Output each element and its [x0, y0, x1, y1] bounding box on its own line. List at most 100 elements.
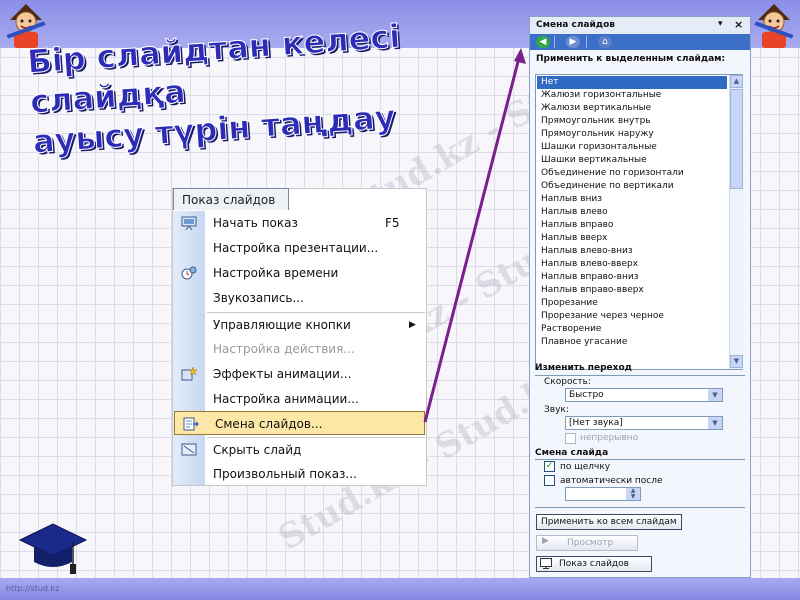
scroll-down-icon[interactable]: ▼ [730, 355, 743, 368]
section-divider [535, 507, 745, 508]
effect-item[interactable]: Плавное угасание [537, 336, 727, 349]
effect-item[interactable]: Прямоугольник внутрь [537, 115, 727, 128]
play-icon: ▶ [542, 536, 549, 546]
menu-item-label: Звукозапись... [213, 291, 304, 305]
chevron-down-icon[interactable]: ▼ [708, 417, 722, 429]
effect-item[interactable]: Жалюзи горизонтальные [537, 89, 727, 102]
effect-item[interactable]: Прорезание [537, 297, 727, 310]
auto-advance-label: автоматически после [560, 476, 663, 486]
scroll-thumb[interactable] [730, 89, 743, 189]
spinner-arrows-icon[interactable]: ▲ ▼ [626, 488, 640, 500]
menu-item-label: Скрыть слайд [213, 443, 302, 457]
nav-separator [586, 36, 587, 48]
slideshow-screen-icon [540, 558, 552, 569]
timing-icon [181, 266, 197, 280]
scroll-up-icon[interactable]: ▲ [730, 75, 743, 88]
menu-item-label: Эффекты анимации... [213, 367, 352, 381]
menu-item-animation-schemes[interactable]: Эффекты анимации... [173, 362, 426, 386]
sound-select[interactable]: [Нет звука] ▼ [565, 416, 723, 430]
slide-show-label: Показ слайдов [559, 559, 629, 569]
menu-header[interactable]: Показ слайдов [173, 188, 289, 210]
bottom-band [0, 578, 800, 600]
effect-item[interactable]: Наплыв влево-вверх [537, 258, 727, 271]
star-effects-icon [181, 366, 197, 381]
nav-separator [554, 36, 555, 48]
apply-to-selected-label: Применить к выделенным слайдам: [536, 54, 726, 64]
effect-item[interactable]: Растворение [537, 323, 727, 336]
effect-item[interactable]: Прямоугольник наружу [537, 128, 727, 141]
effect-item[interactable]: Наплыв влево [537, 206, 727, 219]
on-click-label: по щелчку [560, 462, 611, 472]
hide-slide-icon [181, 443, 197, 456]
menu-item-record-narration[interactable]: Звукозапись... [173, 286, 426, 310]
menu-item-action-settings: Настройка действия... [173, 337, 426, 361]
menu-item-custom-shows[interactable]: Произвольный показ... [173, 462, 426, 486]
slide-transition-task-pane: Смена слайдов ▾ × ◀ ▶ ⌂ Применить к выде… [529, 16, 751, 578]
effect-item[interactable]: Наплыв вниз [537, 193, 727, 206]
sound-value: [Нет звука] [569, 418, 623, 428]
menu-item-hide-slide[interactable]: Скрыть слайд [173, 438, 426, 462]
home-icon[interactable]: ⌂ [598, 36, 612, 48]
pane-nav-bar: ◀ ▶ ⌂ [530, 34, 750, 50]
menu-item-label: Настройка времени [213, 266, 339, 280]
menu-item-label: Начать показ [213, 216, 298, 230]
close-icon[interactable]: × [734, 18, 743, 31]
loop-label: непрерывно [580, 433, 639, 443]
menu-item-slide-transition[interactable]: Смена слайдов... [174, 411, 425, 435]
projector-icon [181, 216, 197, 231]
menu-item-label: Настройка презентации... [213, 241, 379, 255]
menu-item-setup-show[interactable]: Настройка презентации... [173, 236, 426, 260]
speed-select[interactable]: Быстро ▼ [565, 388, 723, 402]
effect-item[interactable]: Шашки горизонтальные [537, 141, 727, 154]
preview-label: Просмотр [567, 538, 614, 548]
menu-item-action-buttons[interactable]: Управляющие кнопки ▶ [173, 313, 426, 337]
auto-advance-checkbox[interactable] [544, 475, 555, 486]
menu-item-label: Управляющие кнопки [213, 318, 351, 332]
menu-item-custom-animation[interactable]: Настройка анимации... [173, 387, 426, 411]
pane-title-bar: Смена слайдов ▾ × [530, 17, 750, 34]
on-click-checkbox[interactable]: ✓ [544, 461, 555, 472]
apply-to-all-button[interactable]: Применить ко всем слайдам [536, 514, 682, 530]
menu-item-rehearse-timings[interactable]: Настройка времени [173, 261, 426, 285]
modify-transition-heading: Изменить переход [535, 363, 632, 373]
menu-item-label: Произвольный показ... [213, 467, 357, 481]
preview-button: Просмотр [536, 535, 638, 551]
effect-item[interactable]: Наплыв влево-вниз [537, 245, 727, 258]
back-icon[interactable]: ◀ [536, 36, 550, 48]
speed-value: Быстро [569, 390, 604, 400]
forward-icon[interactable]: ▶ [566, 36, 580, 48]
schoolboy-mascot-right-icon [754, 4, 794, 48]
effect-item[interactable]: Наплыв вверх [537, 232, 727, 245]
effect-item[interactable]: Прорезание через черное [537, 310, 727, 323]
loop-checkbox [565, 433, 576, 444]
pane-menu-icon[interactable]: ▾ [718, 19, 723, 29]
auto-advance-time-input[interactable]: ▲ ▼ [565, 487, 641, 501]
menu-item-label: Смена слайдов... [215, 417, 323, 431]
effect-item[interactable]: Объединение по вертикали [537, 180, 727, 193]
effect-item[interactable]: Наплыв вправо-вниз [537, 271, 727, 284]
menu-item-label: Настройка анимации... [213, 392, 359, 406]
effect-item[interactable]: Жалюзи вертикальные [537, 102, 727, 115]
slide-transition-icon [183, 417, 199, 431]
advance-slide-heading: Смена слайда [535, 448, 609, 458]
menu-item-label: Настройка действия... [213, 342, 355, 356]
pane-title: Смена слайдов [536, 20, 615, 30]
effects-scrollbar[interactable]: ▲ ▼ [729, 75, 743, 369]
footer-url: http://stud.kz [6, 584, 60, 593]
menu-item-start-show[interactable]: Начать показ F5 [173, 211, 426, 235]
effect-item[interactable]: Объединение по горизонтали [537, 167, 727, 180]
sound-label: Звук: [544, 405, 569, 415]
effect-item[interactable]: Наплыв вправо [537, 219, 727, 232]
section-divider [535, 375, 745, 376]
transition-effects-list[interactable]: Нет Жалюзи горизонтальные Жалюзи вертика… [535, 74, 743, 370]
effect-item[interactable]: Наплыв вправо-вверх [537, 284, 727, 297]
effect-item[interactable]: Шашки вертикальные [537, 154, 727, 167]
speed-label: Скорость: [544, 377, 591, 387]
submenu-arrow-icon: ▶ [409, 320, 416, 330]
slide-show-menu: Показ слайдов Начать показ F5 Настройка … [172, 188, 427, 486]
graduation-cap-icon [18, 523, 88, 574]
effect-item[interactable]: Нет [537, 76, 727, 89]
slide-show-button[interactable]: Показ слайдов [536, 556, 652, 572]
chevron-down-icon[interactable]: ▼ [708, 389, 722, 401]
section-divider [535, 459, 745, 460]
